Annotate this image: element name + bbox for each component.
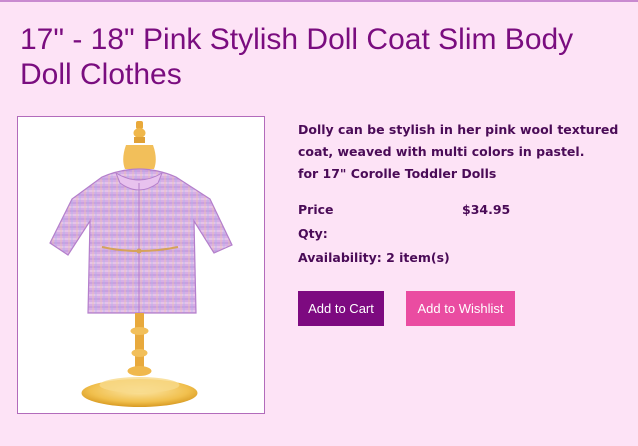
description-line: coat, weaved with multi colors in pastel… <box>298 144 585 159</box>
mannequin-base <box>81 377 198 407</box>
product-image[interactable] <box>17 116 265 414</box>
qty-label: Qty: <box>298 226 328 241</box>
product-description: Dolly can be stylish in her pink wool te… <box>298 119 628 185</box>
mannequin-pole <box>127 313 152 376</box>
top-border <box>0 0 638 2</box>
mannequin-finial <box>133 121 146 143</box>
price-value: $34.95 <box>462 202 511 217</box>
product-title: 17" - 18" Pink Stylish Doll Coat Slim Bo… <box>20 23 574 91</box>
availability-text: Availability: 2 item(s) <box>298 250 450 265</box>
add-to-wishlist-button[interactable]: Add to Wishlist <box>406 291 515 326</box>
description-line: for 17" Corolle Toddler Dolls <box>298 166 497 181</box>
doll-coat-graphic <box>49 168 233 314</box>
price-label: Price <box>298 202 334 217</box>
mannequin-torso <box>123 145 156 169</box>
description-line: Dolly can be stylish in her pink wool te… <box>298 122 619 137</box>
add-to-cart-button[interactable]: Add to Cart <box>298 291 384 326</box>
